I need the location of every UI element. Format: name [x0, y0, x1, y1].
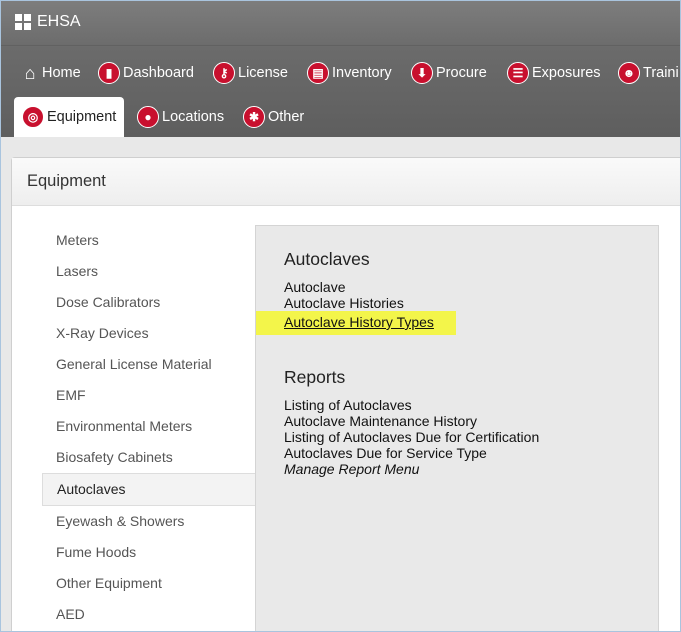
top-navigation-bar: EHSA ⌂ Home ▮ Dashboard ⚷ License ▤ Inve…	[1, 1, 680, 137]
nav-exposures[interactable]: ☰ Exposures	[507, 57, 601, 89]
clipboard-icon: ☰	[507, 62, 529, 84]
nav-label: Traini	[643, 65, 679, 81]
asterisk-icon: ✱	[243, 106, 265, 128]
app-title: EHSA	[37, 13, 81, 30]
inventory-icon: ▤	[307, 62, 329, 84]
content-area: Autoclaves Autoclave Autoclave Histories…	[255, 225, 659, 631]
app-window: EHSA ⌂ Home ▮ Dashboard ⚷ License ▤ Inve…	[0, 0, 681, 632]
link-autoclaves-due-for-service-type[interactable]: Autoclaves Due for Service Type	[284, 445, 539, 461]
sidebar-item-xray-devices[interactable]: X-Ray Devices	[42, 318, 255, 349]
nav-label: Procure	[436, 65, 487, 81]
link-autoclave-histories[interactable]: Autoclave Histories	[284, 295, 456, 311]
link-autoclave[interactable]: Autoclave	[284, 279, 456, 295]
nav-other[interactable]: ✱ Other	[243, 101, 304, 133]
link-autoclaves-due-for-certification[interactable]: Listing of Autoclaves Due for Certificat…	[284, 429, 539, 445]
nav-equipment[interactable]: ◎ Equipment	[14, 97, 125, 137]
autoclave-links: Autoclave Autoclave Histories Autoclave …	[256, 279, 456, 335]
sidebar-item-meters[interactable]: Meters	[42, 225, 255, 256]
app-grid-icon	[15, 14, 31, 30]
nav-locations[interactable]: ● Locations	[137, 101, 224, 133]
nav-procure[interactable]: ⬇ Procure	[411, 57, 487, 89]
link-autoclave-maintenance-history[interactable]: Autoclave Maintenance History	[284, 413, 539, 429]
divider	[1, 45, 680, 46]
nav-home[interactable]: ⌂ Home	[21, 57, 81, 89]
equipment-panel: Equipment Meters Lasers Dose Calibrators…	[11, 157, 680, 631]
training-icon: ☻	[618, 62, 640, 84]
nav-label: License	[238, 65, 288, 81]
sidebar-item-emf[interactable]: EMF	[42, 380, 255, 411]
nav-label: Locations	[162, 109, 225, 125]
nav-dashboard[interactable]: ▮ Dashboard	[98, 57, 194, 89]
sidebar-item-other-equipment[interactable]: Other Equipment	[42, 568, 255, 599]
home-icon: ⌂	[24, 62, 36, 83]
link-autoclave-history-types[interactable]: Autoclave History Types	[256, 311, 456, 335]
section-title-autoclaves: Autoclaves	[284, 249, 370, 269]
download-arrow-icon: ⬇	[411, 62, 433, 84]
sidebar-item-lasers[interactable]: Lasers	[42, 256, 255, 287]
sidebar-item-dose-calibrators[interactable]: Dose Calibrators	[42, 287, 255, 318]
nav-label: Home	[42, 65, 81, 81]
dashboard-icon: ▮	[98, 62, 120, 84]
equipment-sidebar: Meters Lasers Dose Calibrators X-Ray Dev…	[42, 225, 255, 630]
link-listing-of-autoclaves[interactable]: Listing of Autoclaves	[284, 397, 539, 413]
nav-label: Dashboard	[123, 65, 194, 81]
report-links: Listing of Autoclaves Autoclave Maintena…	[284, 397, 539, 477]
sidebar-item-eyewash-showers[interactable]: Eyewash & Showers	[42, 506, 255, 537]
location-pin-icon: ●	[137, 106, 159, 128]
sidebar-item-biosafety-cabinets[interactable]: Biosafety Cabinets	[42, 442, 255, 473]
nav-label: Exposures	[532, 65, 601, 81]
link-manage-report-menu[interactable]: Manage Report Menu	[284, 461, 539, 477]
nav-label: Equipment	[47, 109, 117, 125]
nav-label: Other	[268, 109, 305, 125]
panel-title: Equipment	[12, 158, 680, 206]
nav-training[interactable]: ☻ Traini	[618, 57, 679, 89]
sidebar-item-environmental-meters[interactable]: Environmental Meters	[42, 411, 255, 442]
nav-license[interactable]: ⚷ License	[213, 57, 288, 89]
target-icon: ◎	[22, 106, 44, 128]
sidebar-item-autoclaves[interactable]: Autoclaves	[42, 473, 255, 506]
nav-inventory[interactable]: ▤ Inventory	[307, 57, 392, 89]
nav-label: Inventory	[332, 65, 392, 81]
key-icon: ⚷	[213, 62, 235, 84]
section-title-reports: Reports	[284, 367, 346, 387]
sidebar-item-aed[interactable]: AED	[42, 599, 255, 630]
app-brand[interactable]: EHSA	[15, 12, 81, 32]
sidebar-item-general-license-material[interactable]: General License Material	[42, 349, 255, 380]
sidebar-item-fume-hoods[interactable]: Fume Hoods	[42, 537, 255, 568]
